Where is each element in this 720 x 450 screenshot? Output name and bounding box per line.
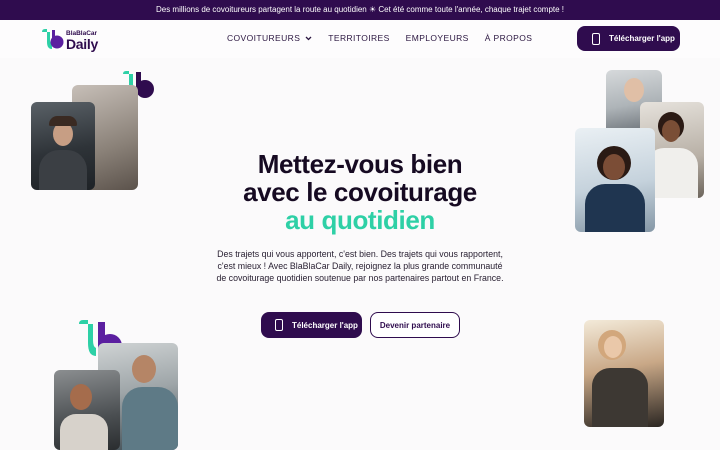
chevron-down-icon bbox=[305, 36, 312, 40]
nav-a-propos-label: À PROPOS bbox=[484, 33, 533, 43]
nav-covoitureurs-label: COVOITUREURS bbox=[227, 33, 301, 43]
become-partner-label: Devenir partenaire bbox=[379, 320, 451, 330]
phone-icon bbox=[275, 319, 283, 331]
hero-title-line2: avec le covoiturage bbox=[243, 177, 477, 207]
announcement-text: Des millions de covoitureurs partagent l… bbox=[155, 5, 565, 14]
brand-main: Daily bbox=[66, 36, 98, 52]
announcement-banner: Des millions de covoitureurs partagent l… bbox=[0, 0, 720, 20]
photo-driver-man bbox=[31, 102, 95, 190]
nav-covoitureurs[interactable]: COVOITUREURS bbox=[227, 33, 312, 43]
photo-woman-steering bbox=[584, 320, 664, 427]
photo-woman-driver bbox=[54, 370, 120, 450]
hero-download-app-button[interactable]: Télécharger l'app bbox=[261, 312, 362, 338]
phone-icon bbox=[592, 32, 600, 45]
hero-title: Mettez-vous bien avec le covoiturage au … bbox=[200, 150, 520, 234]
nav-territoires[interactable]: TERRITOIRES bbox=[328, 33, 389, 43]
hero-subtitle: Des trajets qui vous apportent, c'est bi… bbox=[216, 249, 504, 283]
nav-a-propos[interactable]: À PROPOS bbox=[485, 33, 533, 43]
nav-employeurs-label: EMPLOYEURS bbox=[405, 33, 469, 43]
hero-title-line1: Mettez-vous bien bbox=[257, 149, 463, 179]
photo-woman-smiling bbox=[575, 128, 655, 232]
brand-logo[interactable]: BlaBlaCar Daily bbox=[40, 27, 100, 52]
hero-download-label: Télécharger l'app bbox=[292, 320, 358, 330]
download-app-button[interactable]: Télécharger l'app bbox=[577, 26, 680, 51]
nav-territoires-label: TERRITOIRES bbox=[328, 33, 390, 43]
main-menu: COVOITUREURS TERRITOIRES EMPLOYEURS À PR… bbox=[227, 33, 532, 43]
download-app-label: Télécharger l'app bbox=[609, 34, 675, 43]
hero-title-accent: au quotidien bbox=[285, 205, 435, 235]
blablacar-logo-icon bbox=[42, 29, 64, 49]
nav-employeurs[interactable]: EMPLOYEURS bbox=[406, 33, 469, 43]
become-partner-button[interactable]: Devenir partenaire bbox=[370, 312, 460, 338]
